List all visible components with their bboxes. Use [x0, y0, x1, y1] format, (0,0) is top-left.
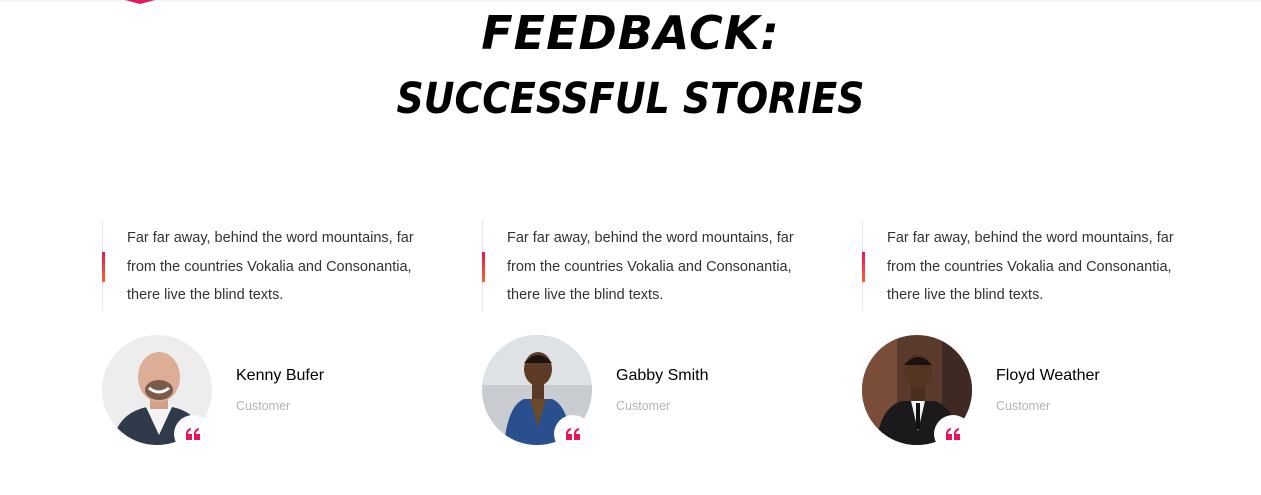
avatar-container: [862, 335, 972, 453]
quote-badge: [174, 415, 212, 453]
testimonial-card: Far far away, behind the word mountains,…: [862, 220, 1222, 460]
quote-icon: [186, 428, 200, 440]
testimonial-quote-block: Far far away, behind the word mountains,…: [482, 220, 812, 310]
customer-role: Customer: [616, 399, 671, 413]
customer-role: Customer: [236, 399, 291, 413]
quote-badge: [934, 415, 972, 453]
customer-name: Kenny Bufer: [236, 367, 325, 384]
customer-name: Gabby Smith: [616, 367, 709, 384]
header-edge: [0, 0, 1261, 3]
avatar-container: [102, 335, 212, 453]
quote-icon: [946, 428, 960, 440]
logo-icon[interactable]: [125, 0, 155, 4]
quote-badge: [554, 415, 592, 453]
quote-icon: [566, 428, 580, 440]
testimonial-quote-block: Far far away, behind the word mountains,…: [862, 220, 1192, 310]
section-subtitle: SUCCESSFUL STORIES: [396, 74, 865, 124]
testimonial-card: Far far away, behind the word mountains,…: [482, 220, 842, 460]
testimonial-text: Far far away, behind the word mountains,…: [127, 230, 414, 303]
avatar-container: [482, 335, 592, 453]
customer-name: Floyd Weather: [996, 367, 1100, 384]
customer-role: Customer: [996, 399, 1051, 413]
testimonial-quote-block: Far far away, behind the word mountains,…: [102, 220, 432, 310]
section-title: FEEDBACK:: [481, 6, 780, 60]
testimonial-text: Far far away, behind the word mountains,…: [507, 230, 794, 303]
testimonials-section: FEEDBACK: SUCCESSFUL STORIES Far far awa…: [0, 0, 1261, 495]
testimonial-text: Far far away, behind the word mountains,…: [887, 230, 1174, 303]
accent-bar: [102, 252, 105, 282]
accent-bar: [482, 252, 485, 282]
testimonial-card: Far far away, behind the word mountains,…: [102, 220, 462, 460]
accent-bar: [862, 252, 865, 282]
